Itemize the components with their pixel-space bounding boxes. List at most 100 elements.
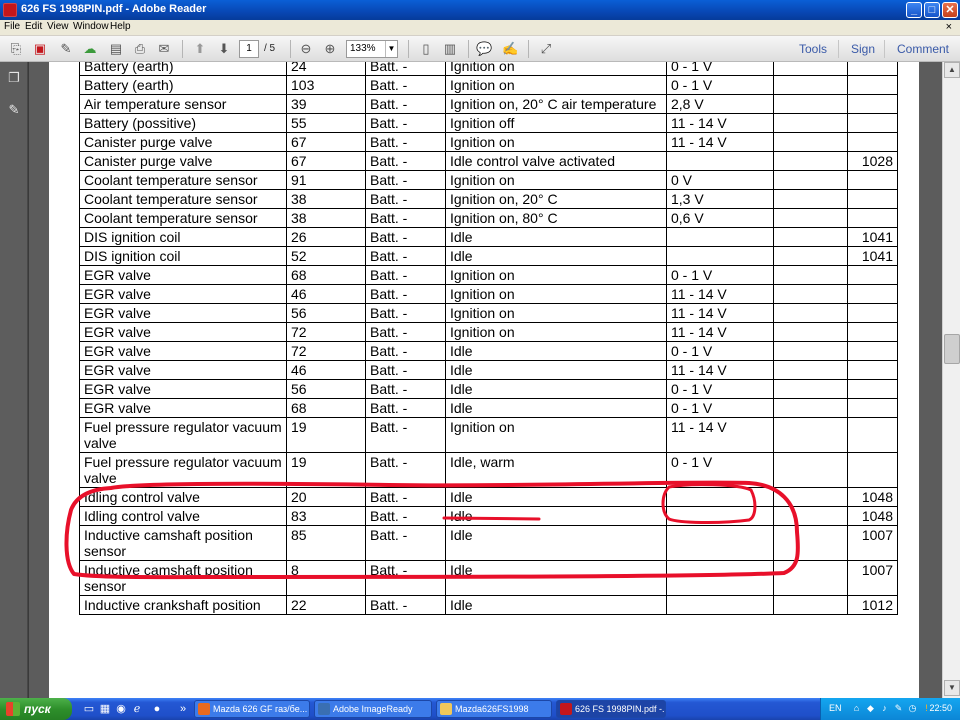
cell-pin: 39	[286, 94, 366, 114]
cell-extra	[773, 208, 848, 228]
cell-condition: Ignition on, 20° C air temperature	[445, 94, 667, 114]
cell-voltage: 1,3 V	[666, 189, 774, 209]
table-row: Canister purge valve 67 Batt. - Ignition on…	[79, 132, 898, 152]
cell-reference: Batt. -	[365, 487, 446, 507]
zoom-select[interactable]: 133% ▼	[346, 40, 398, 58]
internet-explorer-icon[interactable]: ℯ	[130, 702, 144, 716]
network-icon[interactable]: ⌂	[851, 703, 862, 714]
quick-launch-expand-icon[interactable]: »	[176, 702, 190, 716]
task-label: Adobe ImageReady	[333, 704, 413, 714]
cell-ref-code: 1007	[847, 525, 898, 561]
cell-component: EGR valve	[79, 341, 287, 361]
menu-file[interactable]: File	[4, 21, 20, 32]
scroll-up-icon[interactable]: ▲	[944, 62, 960, 78]
previous-page-icon[interactable]: ⬆	[192, 41, 208, 57]
skype-icon[interactable]: ●	[150, 702, 164, 716]
cell-reference: Batt. -	[365, 94, 446, 114]
security-icon[interactable]: ◆	[865, 703, 876, 714]
zoom-out-icon[interactable]: ⊖	[298, 41, 314, 57]
minimize-button[interactable]: _	[906, 2, 922, 18]
cell-component: EGR valve	[79, 360, 287, 380]
close-button[interactable]: ✕	[942, 2, 958, 18]
cell-extra	[773, 487, 848, 507]
start-button[interactable]: пуск	[0, 698, 72, 720]
cell-extra	[773, 398, 848, 418]
task-label: 626 FS 1998PIN.pdf -...	[575, 704, 666, 714]
cell-extra	[773, 360, 848, 380]
cell-pin: 83	[286, 506, 366, 526]
cell-ref-code: 1041	[847, 246, 898, 266]
sign-pane-link[interactable]: Sign	[851, 42, 875, 56]
print-icon[interactable]: ⎙	[132, 41, 148, 57]
cell-component: Battery (earth)	[79, 62, 287, 76]
upload-icon[interactable]: ☁	[82, 41, 98, 57]
cell-pin: 91	[286, 170, 366, 190]
comment-icon[interactable]: 💬	[476, 41, 492, 57]
comment-pane-link[interactable]: Comment	[897, 42, 949, 56]
cell-pin: 46	[286, 284, 366, 304]
windows-logo-icon	[6, 702, 20, 716]
single-page-view-icon[interactable]: ▯	[418, 41, 434, 57]
menu-help[interactable]: Help	[110, 21, 131, 32]
cell-condition: Ignition on	[445, 284, 667, 304]
taskbar-item-imageready[interactable]: Adobe ImageReady	[314, 700, 432, 718]
cell-reference: Batt. -	[365, 379, 446, 399]
page-thumbnails-icon[interactable]: ❐	[6, 70, 22, 86]
menu-view[interactable]: View	[47, 21, 69, 32]
volume-icon[interactable]: ♪	[879, 703, 890, 714]
maximize-button[interactable]: □	[924, 2, 940, 18]
cell-voltage	[666, 151, 774, 171]
tool-icon[interactable]: ✎	[893, 703, 904, 714]
language-indicator[interactable]: EN	[829, 703, 842, 713]
attachments-icon[interactable]: ✎	[6, 102, 22, 118]
combine-files-icon[interactable]: ▣	[32, 41, 48, 57]
cell-extra	[773, 75, 848, 95]
cell-voltage: 0 - 1 V	[666, 62, 774, 76]
pinout-table: Battery (earth) 24 Batt. - Ignition on 0 - 1…	[79, 62, 898, 615]
taskbar-item-adobe-reader[interactable]: 626 FS 1998PIN.pdf -...	[556, 700, 666, 718]
full-screen-icon[interactable]: ⤢	[538, 41, 554, 57]
vertical-scrollbar[interactable]: ▲ ▼	[942, 62, 960, 698]
update-icon[interactable]: ◷	[907, 703, 918, 714]
table-row: EGR valve 56 Batt. - Ignition on 11 - 14 V	[79, 303, 898, 323]
scroll-down-icon[interactable]: ▼	[944, 680, 960, 696]
cell-component: Idling control valve	[79, 487, 287, 507]
cell-reference: Batt. -	[365, 341, 446, 361]
cell-voltage: 11 - 14 V	[666, 303, 774, 323]
table-row: DIS ignition coil 52 Batt. - Idle 1041	[79, 246, 898, 266]
taskbar-item-browser[interactable]: Mazda 626 GF газ/бе...	[194, 700, 310, 718]
scrollbar-thumb[interactable]	[944, 334, 960, 364]
cell-pin: 68	[286, 265, 366, 285]
table-row: EGR valve 72 Batt. - Idle 0 - 1 V	[79, 341, 898, 361]
explorer-icon[interactable]: ▦	[98, 702, 112, 716]
create-pdf-icon[interactable]: ⎘	[8, 41, 24, 57]
cell-ref-code: 1028	[847, 151, 898, 171]
toolbar-separator	[408, 40, 409, 58]
page-number-input[interactable]: 1	[239, 40, 259, 58]
title-bar[interactable]: 626 FS 1998PIN.pdf - Adobe Reader _ □ ✕	[0, 0, 960, 20]
taskbar-item-folder[interactable]: Mazda626FS1998	[436, 700, 552, 718]
save-icon[interactable]: ▤	[108, 41, 124, 57]
cell-reference: Batt. -	[365, 360, 446, 380]
edit-pdf-icon[interactable]: ✎	[58, 41, 74, 57]
menu-edit[interactable]: Edit	[25, 21, 42, 32]
document-close-icon[interactable]: ×	[946, 21, 952, 33]
cell-condition: Ignition on	[445, 303, 667, 323]
document-viewport[interactable]: Battery (earth) 24 Batt. - Ignition on 0 - 1…	[29, 62, 942, 698]
show-desktop-icon[interactable]: ▭	[82, 702, 96, 716]
cell-reference: Batt. -	[365, 322, 446, 342]
next-page-icon[interactable]: ⬇	[216, 41, 232, 57]
firefox-icon[interactable]: ◉	[114, 702, 128, 716]
scrolling-view-icon[interactable]: ▥	[442, 41, 458, 57]
cell-reference: Batt. -	[365, 75, 446, 95]
email-icon[interactable]: ✉	[156, 41, 172, 57]
tools-pane-link[interactable]: Tools	[799, 42, 827, 56]
zoom-in-icon[interactable]: ⊕	[322, 41, 338, 57]
menu-window[interactable]: Window	[73, 21, 109, 32]
cell-voltage: 0 - 1 V	[666, 452, 774, 488]
cell-extra	[773, 341, 848, 361]
clock[interactable]: 22:50	[929, 703, 952, 713]
cell-reference: Batt. -	[365, 189, 446, 209]
cell-pin: 56	[286, 379, 366, 399]
highlight-icon[interactable]: ✍	[502, 41, 518, 57]
